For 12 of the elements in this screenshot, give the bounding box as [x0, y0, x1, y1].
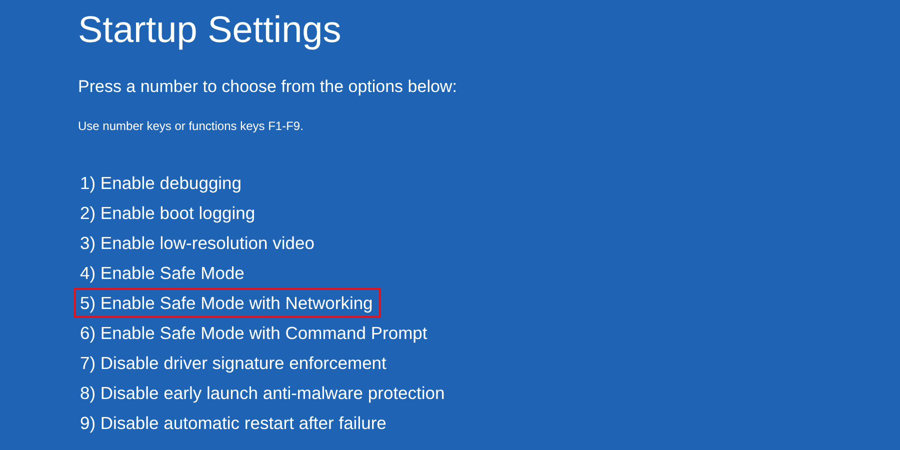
startup-option[interactable]: 8) Disable early launch anti-malware protection: [74, 378, 453, 408]
screen-title: Startup Settings: [78, 8, 342, 52]
instruction-text: Press a number to choose from the options below:: [78, 76, 458, 98]
startup-option[interactable]: 1) Enable debugging: [74, 168, 250, 198]
startup-option[interactable]: 7) Disable driver signature enforcement: [74, 348, 394, 378]
startup-option[interactable]: 9) Disable automatic restart after failure: [74, 408, 394, 438]
startup-option[interactable]: 6) Enable Safe Mode with Command Prompt: [74, 318, 436, 348]
hint-text: Use number keys or functions keys F1-F9.: [78, 118, 304, 134]
startup-option[interactable]: 2) Enable boot logging: [74, 198, 264, 228]
startup-option[interactable]: 3) Enable low-resolution video: [74, 228, 322, 258]
startup-option[interactable]: 4) Enable Safe Mode: [74, 258, 252, 288]
highlighted-option[interactable]: 5) Enable Safe Mode with Networking: [74, 288, 381, 318]
